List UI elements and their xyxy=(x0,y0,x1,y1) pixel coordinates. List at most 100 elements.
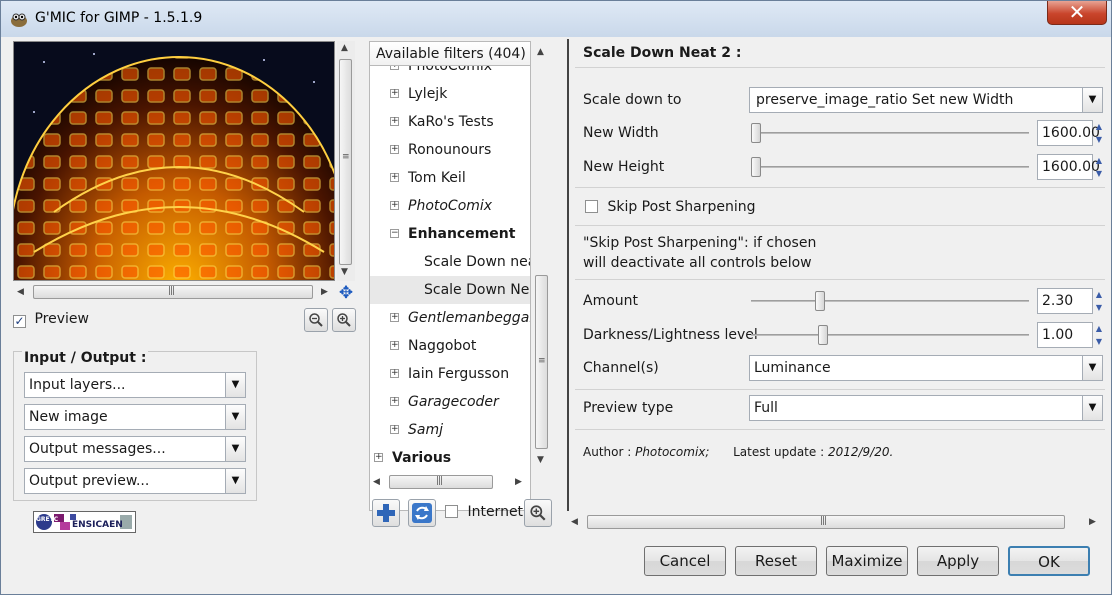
filter-tree-item[interactable]: + Garagecoder xyxy=(370,388,530,416)
expand-icon[interactable]: + xyxy=(374,453,383,462)
preview-horizontal-scrollbar[interactable]: ◀ ||| ▶ xyxy=(13,283,335,303)
channels-select[interactable]: Luminance ▼ xyxy=(749,355,1103,381)
new-width-slider[interactable] xyxy=(751,132,1029,134)
spin-up-icon[interactable]: ▲ xyxy=(1094,322,1104,335)
filter-tree-item[interactable]: + Samj xyxy=(370,416,530,444)
close-button[interactable]: ✕ xyxy=(1047,1,1107,25)
output-messages-select[interactable]: Output messages... ▼ xyxy=(24,436,246,462)
title-bar[interactable]: G'MIC for GIMP - 1.5.1.9 ✕ xyxy=(1,1,1111,37)
chevron-down-icon[interactable]: ▼ xyxy=(225,469,245,493)
expand-icon[interactable]: + xyxy=(390,397,399,406)
expand-icon[interactable]: + xyxy=(390,369,399,378)
skip-sharpening-row[interactable]: Skip Post Sharpening xyxy=(585,199,756,215)
expand-icon[interactable]: + xyxy=(390,117,399,126)
scroll-right-arrow-icon[interactable]: ▶ xyxy=(321,287,328,297)
scroll-right-arrow-icon[interactable]: ▶ xyxy=(515,477,522,487)
filter-tree-item[interactable]: + Tom Keil xyxy=(370,164,530,192)
refresh-filters-button[interactable] xyxy=(408,499,436,527)
output-preview-select[interactable]: Output preview... ▼ xyxy=(24,468,246,494)
filters-tree[interactable]: + PhotoComix + Lylejk + KaRo's Tests + Ronounou… xyxy=(369,65,531,511)
search-filters-button[interactable] xyxy=(524,499,552,527)
chevron-down-icon[interactable]: ▼ xyxy=(1082,396,1102,420)
amount-slider-thumb[interactable] xyxy=(815,291,826,311)
scroll-left-arrow-icon[interactable]: ◀ xyxy=(373,477,380,487)
new-height-slider-thumb[interactable] xyxy=(751,157,761,177)
preview-vertical-scrollbar[interactable]: ▲ ≡ ▼ xyxy=(337,41,355,281)
darkness-stepper[interactable]: ▲ ▼ xyxy=(1094,322,1104,348)
preview-checkbox-row[interactable]: ✓ Preview xyxy=(13,311,89,328)
filter-tree-item[interactable]: + Gentlemanbeggar xyxy=(370,304,530,332)
expand-icon[interactable]: + xyxy=(390,89,399,98)
filter-tree-item[interactable]: + KaRo's Tests xyxy=(370,108,530,136)
scroll-thumb[interactable]: ≡ xyxy=(339,59,352,265)
filter-tree-item[interactable]: + PhotoComix xyxy=(370,66,530,80)
scroll-down-arrow-icon[interactable]: ▼ xyxy=(537,455,544,465)
filters-horizontal-scrollbar[interactable]: ◀ ||| ▶ xyxy=(369,473,531,493)
filter-tree-item[interactable]: + Lylejk xyxy=(370,80,530,108)
spin-up-icon[interactable]: ▲ xyxy=(1094,120,1104,133)
scroll-left-arrow-icon[interactable]: ◀ xyxy=(17,287,24,297)
new-width-input[interactable]: 1600.00 xyxy=(1037,120,1100,146)
scroll-thumb[interactable]: ||| xyxy=(389,475,493,489)
chevron-down-icon[interactable]: ▼ xyxy=(225,373,245,397)
new-height-stepper[interactable]: ▲ ▼ xyxy=(1094,154,1104,180)
internet-checkbox[interactable] xyxy=(445,505,458,518)
chevron-down-icon[interactable]: ▼ xyxy=(1082,356,1102,380)
expand-icon[interactable]: + xyxy=(390,145,399,154)
filters-header[interactable]: Available filters (404) : xyxy=(369,41,531,86)
scroll-thumb[interactable]: ||| xyxy=(587,515,1065,529)
scroll-down-arrow-icon[interactable]: ▼ xyxy=(341,267,348,277)
expand-icon[interactable]: + xyxy=(390,66,399,70)
spin-up-icon[interactable]: ▲ xyxy=(1094,288,1104,301)
new-width-stepper[interactable]: ▲ ▼ xyxy=(1094,120,1104,146)
scale-down-select[interactable]: preserve_image_ratio Set new Width ▼ xyxy=(749,87,1103,113)
amount-input[interactable]: 2.30 xyxy=(1037,288,1093,314)
scroll-up-arrow-icon[interactable]: ▲ xyxy=(537,47,544,57)
filter-tree-item[interactable]: + Ronounours xyxy=(370,136,530,164)
expand-icon[interactable]: + xyxy=(390,425,399,434)
scroll-thumb[interactable]: ≡ xyxy=(535,275,548,449)
parameters-horizontal-scrollbar[interactable]: ◀ ||| ▶ xyxy=(567,513,1103,533)
reset-button[interactable]: Reset xyxy=(735,546,817,576)
move-icon[interactable]: ✥ xyxy=(337,284,355,302)
scroll-up-arrow-icon[interactable]: ▲ xyxy=(341,43,348,53)
spin-down-icon[interactable]: ▼ xyxy=(1094,301,1104,314)
cancel-button[interactable]: Cancel xyxy=(644,546,726,576)
new-width-slider-thumb[interactable] xyxy=(751,123,761,143)
expand-icon[interactable]: + xyxy=(390,341,399,350)
preview-type-select[interactable]: Full ▼ xyxy=(749,395,1103,421)
darkness-input[interactable]: 1.00 xyxy=(1037,322,1093,348)
filter-tree-item[interactable]: + Various xyxy=(370,444,530,472)
scroll-thumb[interactable]: ||| xyxy=(33,285,313,299)
filter-tree-item[interactable]: + Naggobot xyxy=(370,332,530,360)
spin-down-icon[interactable]: ▼ xyxy=(1094,133,1104,146)
filter-tree-item[interactable]: Scale Down neat xyxy=(370,248,530,276)
new-height-input[interactable]: 1600.00 xyxy=(1037,154,1100,180)
output-mode-select[interactable]: New image ▼ xyxy=(24,404,246,430)
skip-sharpening-checkbox[interactable] xyxy=(585,200,598,213)
chevron-down-icon[interactable]: ▼ xyxy=(1082,88,1102,112)
filters-vertical-scrollbar[interactable]: ▲ ≡ ▼ xyxy=(533,41,551,511)
expand-icon[interactable]: + xyxy=(390,313,399,322)
preview-image[interactable] xyxy=(13,41,335,281)
input-layers-select[interactable]: Input layers... ▼ xyxy=(24,372,246,398)
amount-slider[interactable] xyxy=(751,300,1029,302)
zoom-in-button[interactable] xyxy=(332,308,356,332)
chevron-down-icon[interactable]: ▼ xyxy=(225,405,245,429)
amount-stepper[interactable]: ▲ ▼ xyxy=(1094,288,1104,314)
spin-down-icon[interactable]: ▼ xyxy=(1094,335,1104,348)
chevron-down-icon[interactable]: ▼ xyxy=(225,437,245,461)
new-height-slider[interactable] xyxy=(751,166,1029,168)
expand-icon[interactable]: + xyxy=(390,201,399,210)
preview-checkbox[interactable]: ✓ xyxy=(13,315,26,328)
scroll-right-arrow-icon[interactable]: ▶ xyxy=(1089,517,1096,527)
filter-tree-item[interactable]: − Enhancement xyxy=(370,220,530,248)
ok-button[interactable]: OK xyxy=(1008,546,1090,576)
spin-down-icon[interactable]: ▼ xyxy=(1094,167,1104,180)
collapse-icon[interactable]: − xyxy=(390,229,399,238)
filter-tree-item[interactable]: + Iain Fergusson xyxy=(370,360,530,388)
darkness-slider[interactable] xyxy=(751,334,1029,336)
add-favorite-button[interactable] xyxy=(372,499,400,527)
darkness-slider-thumb[interactable] xyxy=(818,325,828,345)
maximize-button[interactable]: Maximize xyxy=(826,546,908,576)
